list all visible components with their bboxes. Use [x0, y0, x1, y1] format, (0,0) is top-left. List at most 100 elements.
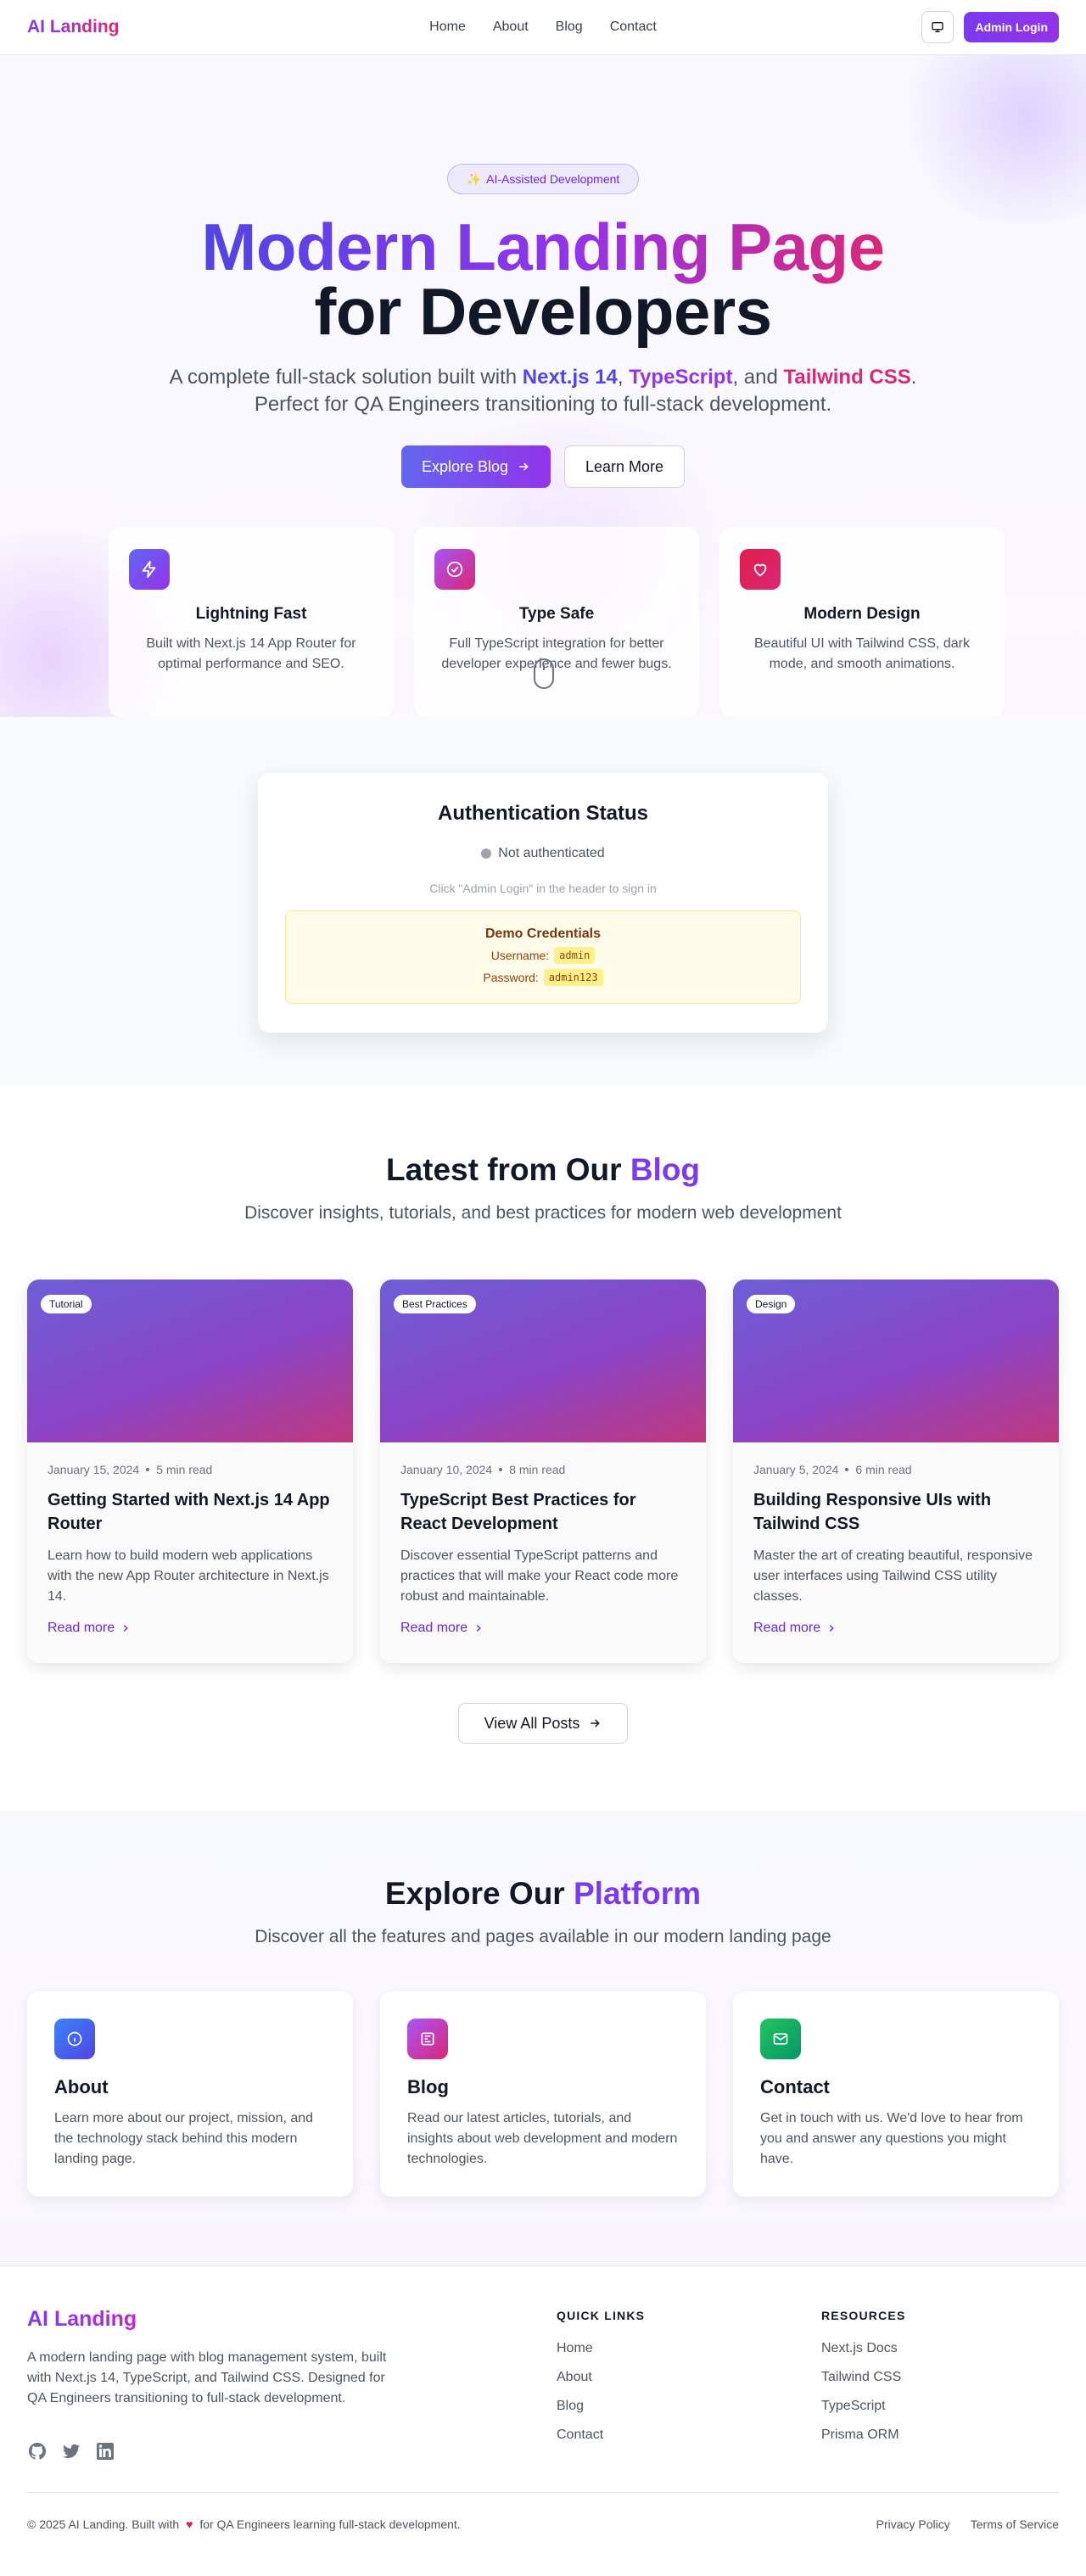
- feature-title: Type Safe: [518, 605, 595, 623]
- hero-subtitle: A complete full-stack solution built wit…: [161, 364, 925, 418]
- logo[interactable]: AI Landing: [27, 17, 120, 37]
- footer-link-home[interactable]: Home: [557, 2341, 645, 2356]
- post-date: January 15, 2024: [48, 1463, 140, 1476]
- nav-about[interactable]: About: [493, 20, 529, 35]
- post-excerpt: Discover essential TypeScript patterns a…: [400, 1548, 679, 1604]
- feature-card: Type Safe Full TypeScript integration fo…: [414, 527, 699, 717]
- nav-blog[interactable]: Blog: [556, 20, 583, 35]
- feature-list: Lightning Fast Built with Next.js 14 App…: [109, 527, 1005, 717]
- meta-separator: [146, 1468, 150, 1471]
- feature-desc: Beautiful UI with Tailwind CSS, dark mod…: [753, 636, 971, 671]
- blog-post-card[interactable]: Best Practices January 10, 2024 8 min re…: [380, 1280, 706, 1663]
- demo-credentials-title: Demo Credentials: [484, 927, 602, 941]
- platform-card-about[interactable]: About Learn more about our project, miss…: [27, 1991, 353, 2197]
- header-actions: Admin Login: [921, 11, 1059, 43]
- post-body: January 5, 2024 6 min read Building Resp…: [733, 1442, 1059, 1656]
- copyright-prefix: © 2025 AI Landing. Built with: [27, 2517, 180, 2531]
- site-header: AI Landing Home About Blog Contact Admin…: [0, 0, 1086, 55]
- nav-home[interactable]: Home: [429, 20, 466, 35]
- platform-icon-box: [760, 2019, 801, 2059]
- theme-toggle-button[interactable]: [921, 11, 954, 43]
- footer-logo[interactable]: AI Landing: [27, 2307, 137, 2332]
- resources-title: RESOURCES: [821, 2309, 906, 2322]
- explore-blog-label: Explore Blog: [421, 457, 508, 475]
- hero-title-line1: Modern Landing Page: [201, 210, 885, 284]
- auth-title: Authentication Status: [437, 802, 648, 825]
- platform-card-desc: Learn more about our project, mission, a…: [54, 2111, 314, 2166]
- footer-link-blog[interactable]: Blog: [557, 2399, 645, 2414]
- platform-icon-box: [407, 2019, 448, 2059]
- blog-post-card[interactable]: Design January 5, 2024 6 min read Buildi…: [733, 1280, 1059, 1663]
- quick-links-title: QUICK LINKS: [557, 2309, 646, 2322]
- feature-desc: Full TypeScript integration for better d…: [441, 636, 672, 671]
- post-meta: January 10, 2024 8 min read: [400, 1463, 686, 1476]
- platform-icon-box: [54, 2019, 95, 2059]
- post-title[interactable]: Getting Started with Next.js 14 App Rout…: [48, 1488, 333, 1536]
- read-more-label: Read more: [48, 1621, 115, 1635]
- mouse-scroll-icon: [534, 658, 554, 689]
- footer-link-tailwind[interactable]: Tailwind CSS: [821, 2370, 905, 2385]
- post-title[interactable]: Building Responsive UIs with Tailwind CS…: [753, 1488, 1038, 1536]
- status-dot-icon: [481, 848, 492, 859]
- linkedin-icon: [97, 2443, 114, 2460]
- copyright-suffix: for QA Engineers learning full-stack dev…: [199, 2517, 461, 2531]
- feature-icon-box: [740, 549, 781, 590]
- monitor-icon: [932, 21, 944, 32]
- blog-title-prefix: Latest from Our: [385, 1152, 622, 1187]
- footer-link-typescript[interactable]: TypeScript: [821, 2399, 905, 2414]
- decorative-blob: [891, 55, 1086, 225]
- platform-section-title: Explore Our Platform: [0, 1876, 1086, 1912]
- meta-separator: [499, 1468, 503, 1471]
- sparkles-icon: ✨: [466, 171, 482, 186]
- post-read-time: 8 min read: [509, 1463, 566, 1476]
- footer-link-prisma[interactable]: Prisma ORM: [821, 2428, 905, 2443]
- post-read-time: 6 min read: [855, 1463, 912, 1476]
- lightning-icon: [142, 560, 156, 579]
- hero-title-line2: for Developers: [314, 274, 772, 349]
- footer-link-contact[interactable]: Contact: [557, 2428, 645, 2443]
- terms-of-service-link[interactable]: Terms of Service: [971, 2517, 1059, 2531]
- read-more-link[interactable]: Read more: [753, 1621, 1038, 1636]
- read-more-link[interactable]: Read more: [400, 1621, 686, 1636]
- blog-post-card[interactable]: Tutorial January 15, 2024 5 min read Get…: [27, 1280, 353, 1663]
- post-excerpt: Learn how to build modern web applicatio…: [48, 1548, 329, 1604]
- explore-blog-button[interactable]: Explore Blog: [400, 445, 551, 488]
- view-all-posts-button[interactable]: View All Posts: [458, 1703, 628, 1744]
- platform-title-accent: Platform: [573, 1876, 702, 1911]
- post-cover-image: Tutorial: [27, 1280, 353, 1442]
- platform-card-title: About: [54, 2076, 109, 2097]
- nav-contact[interactable]: Contact: [610, 20, 657, 35]
- platform-card-contact[interactable]: Contact Get in touch with us. We'd love …: [733, 1991, 1059, 2197]
- auth-section: Authentication Status Not authenticated …: [0, 717, 1086, 1086]
- heart-icon: ♥: [186, 2517, 193, 2531]
- platform-section: Explore Our Platform Discover all the fe…: [0, 1812, 1086, 2265]
- admin-login-button[interactable]: Admin Login: [964, 12, 1059, 42]
- feature-icon-box: [434, 549, 475, 590]
- learn-more-button[interactable]: Learn More: [564, 445, 686, 488]
- footer-link-about[interactable]: About: [557, 2370, 645, 2385]
- newspaper-icon: [421, 2032, 434, 2046]
- post-cover-image: Best Practices: [380, 1280, 706, 1442]
- post-body: January 15, 2024 5 min read Getting Star…: [27, 1442, 353, 1656]
- heart-icon: [753, 563, 767, 577]
- post-title[interactable]: TypeScript Best Practices for React Deve…: [400, 1488, 686, 1536]
- post-tag: Best Practices: [394, 1295, 476, 1313]
- post-read-time: 5 min read: [156, 1463, 213, 1476]
- post-tag: Tutorial: [41, 1295, 92, 1313]
- view-all-label: View All Posts: [484, 1714, 580, 1732]
- read-more-label: Read more: [753, 1621, 821, 1635]
- privacy-policy-link[interactable]: Privacy Policy: [876, 2517, 950, 2531]
- and-text: , and: [732, 366, 778, 389]
- footer-link-nextjs-docs[interactable]: Next.js Docs: [821, 2341, 905, 2356]
- comma: ,: [617, 366, 624, 389]
- twitter-link[interactable]: [61, 2441, 81, 2466]
- platform-card-blog[interactable]: Blog Read our latest articles, tutorials…: [380, 1991, 706, 2197]
- github-link[interactable]: [27, 2441, 48, 2466]
- platform-title-prefix: Explore Our: [384, 1876, 565, 1911]
- post-tag: Design: [747, 1295, 796, 1313]
- password-label: Password:: [483, 971, 539, 984]
- read-more-link[interactable]: Read more: [48, 1621, 333, 1636]
- highlight-nextjs: Next.js 14: [522, 366, 618, 389]
- post-date: January 5, 2024: [753, 1463, 839, 1476]
- linkedin-link[interactable]: [95, 2441, 115, 2466]
